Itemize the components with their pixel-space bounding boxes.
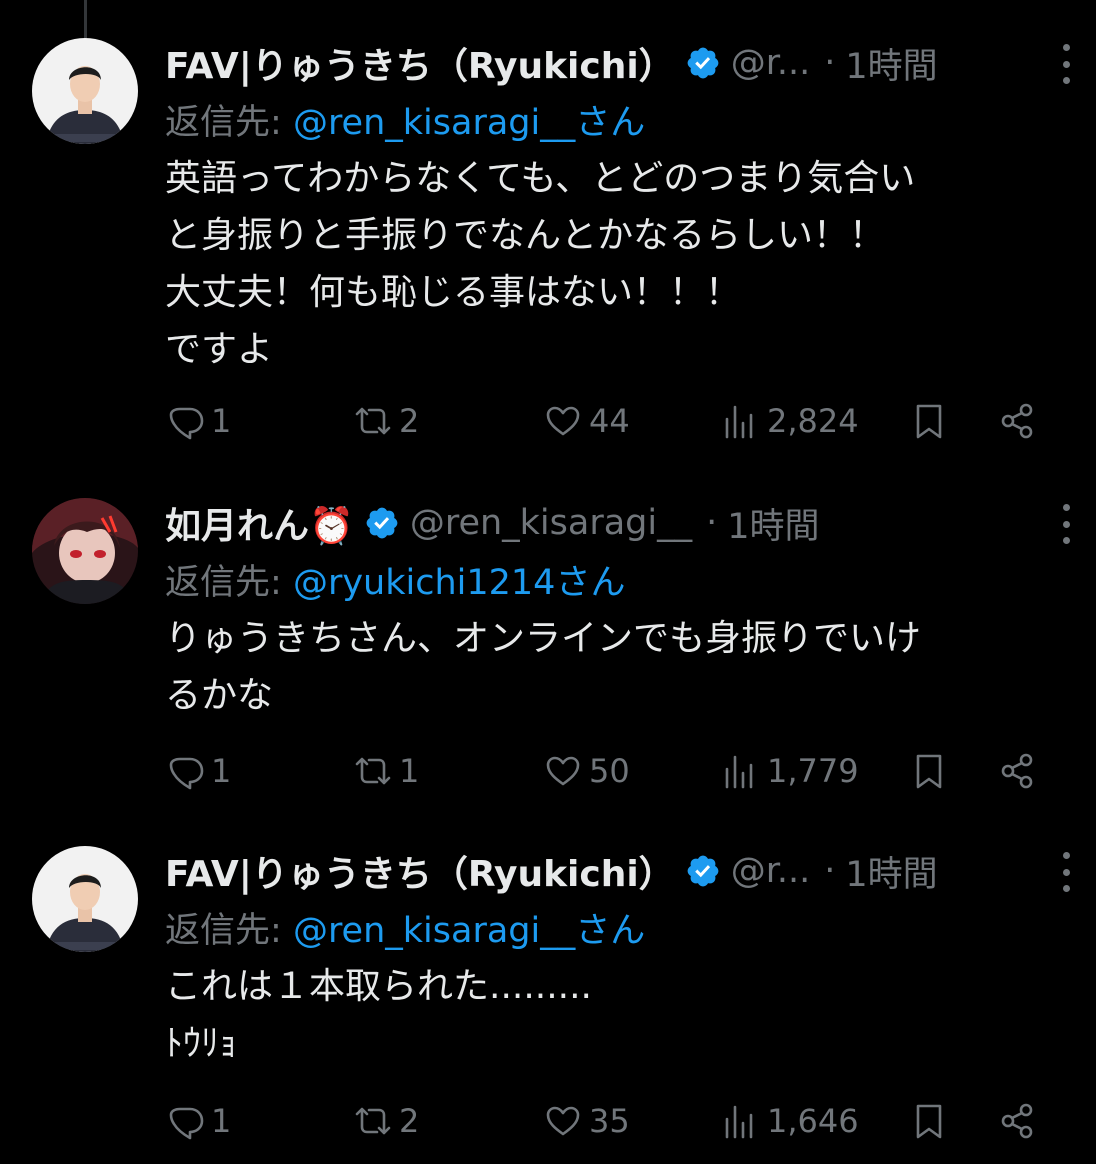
avatar-ryukichi[interactable] [32, 38, 138, 144]
reply-count: 1 [211, 752, 232, 790]
share-button[interactable] [997, 396, 1037, 446]
heart-icon [546, 1106, 580, 1136]
tweet-header: FAV|りゅうきち（Ryukichi） @r... · 1時間 [165, 38, 938, 88]
like-count: 35 [589, 1102, 630, 1140]
timestamp[interactable]: 1時間 [845, 38, 937, 89]
tweet-actions: 1 1 50 1,779 [165, 746, 1045, 796]
tweet-3[interactable]: FAV|りゅうきち（Ryukichi） @r... · 1時間 返信先: @re… [0, 846, 1096, 1146]
view-count: 1,646 [767, 1102, 859, 1140]
retweet-button[interactable]: 2 [353, 396, 419, 446]
share-button[interactable] [997, 1096, 1037, 1146]
time-separator: · [824, 851, 836, 891]
view-count: 2,824 [767, 402, 859, 440]
reply-icon [169, 407, 204, 440]
display-name[interactable]: 如月れん⏰ [165, 497, 354, 549]
like-button[interactable]: 35 [543, 1096, 630, 1146]
thread-connector-line [84, 0, 87, 40]
retweet-icon [355, 757, 391, 785]
display-name[interactable]: FAV|りゅうきち（Ryukichi） [165, 37, 675, 89]
reply-to-line: 返信先: @ren_kisaragi__さん [165, 94, 645, 145]
tweet-text: りゅうきちさん、オンラインでも身振りでいけ るかな [165, 618, 922, 716]
user-handle[interactable]: @ren_kisaragi__ [410, 503, 692, 543]
timestamp[interactable]: 1時間 [845, 846, 937, 897]
retweet-button[interactable]: 1 [353, 746, 419, 796]
reply-count: 1 [211, 1102, 232, 1140]
reply-mention-link[interactable]: @ren_kisaragi__さん [293, 911, 645, 951]
bookmark-icon [916, 1104, 942, 1139]
tweet-header: 如月れん⏰ @ren_kisaragi__ · 1時間 [165, 498, 820, 548]
share-icon [1001, 1103, 1033, 1139]
user-handle[interactable]: @r... [731, 851, 811, 891]
verified-badge-icon [366, 507, 398, 539]
bookmark-button[interactable] [909, 746, 949, 796]
share-icon [1001, 753, 1033, 789]
reply-to-line: 返信先: @ren_kisaragi__さん [165, 902, 645, 953]
retweet-count: 2 [399, 1102, 420, 1140]
bookmark-button[interactable] [909, 396, 949, 446]
user-handle[interactable]: @r... [731, 43, 811, 83]
tweet-text: 英語ってわからなくても、とどのつまり気合い と身振りと手振りでなんとかなるらしい… [165, 158, 916, 370]
reply-mention-link[interactable]: @ren_kisaragi__さん [293, 103, 645, 143]
reply-to-label: 返信先: [165, 103, 282, 143]
views-button[interactable]: 1,646 [721, 1096, 859, 1146]
timestamp[interactable]: 1時間 [727, 498, 819, 549]
views-chart-icon [725, 405, 753, 439]
more-dots-icon[interactable] [1054, 852, 1078, 892]
tweet-2[interactable]: 如月れん⏰ @ren_kisaragi__ · 1時間 返信先: @ryukic… [0, 498, 1096, 798]
view-count: 1,779 [767, 752, 859, 790]
like-button[interactable]: 50 [543, 746, 630, 796]
like-count: 50 [589, 752, 630, 790]
share-icon [1001, 403, 1033, 439]
retweet-icon [355, 1107, 391, 1135]
tweet-actions: 1 2 44 2,824 [165, 396, 1045, 446]
bookmark-icon [916, 404, 942, 439]
tweet-text: これは１本取られた......... ﾄｳﾘｮ [165, 966, 592, 1064]
tweet-content: FAV|りゅうきち（Ryukichi） @r... · 1時間 返信先: @re… [165, 846, 1070, 1146]
tweet-1[interactable]: FAV|りゅうきち（Ryukichi） @r... · 1時間 返信先: @re… [0, 38, 1096, 458]
retweet-button[interactable]: 2 [353, 1096, 419, 1146]
time-separator: · [706, 503, 718, 543]
heart-icon [546, 756, 580, 786]
like-button[interactable]: 44 [543, 396, 630, 446]
tweet-content: FAV|りゅうきち（Ryukichi） @r... · 1時間 返信先: @re… [165, 38, 1070, 458]
views-button[interactable]: 2,824 [721, 396, 859, 446]
views-chart-icon [725, 1105, 753, 1139]
verified-badge-icon [687, 47, 719, 79]
reply-to-label: 返信先: [165, 911, 282, 951]
bookmark-button[interactable] [909, 1096, 949, 1146]
share-button[interactable] [997, 746, 1037, 796]
reply-to-line: 返信先: @ryukichi1214さん [165, 554, 625, 605]
reply-icon [169, 757, 204, 790]
more-dots-icon[interactable] [1054, 44, 1078, 84]
retweet-count: 1 [399, 752, 420, 790]
like-count: 44 [589, 402, 630, 440]
avatar-kisaragi[interactable] [32, 498, 138, 604]
more-dots-icon[interactable] [1054, 504, 1078, 544]
views-chart-icon [725, 755, 753, 789]
bookmark-icon [916, 754, 942, 789]
reply-button[interactable]: 1 [165, 746, 231, 796]
reply-button[interactable]: 1 [165, 396, 231, 446]
tweet-actions: 1 2 35 1,646 [165, 1096, 1045, 1146]
verified-badge-icon [687, 855, 719, 887]
reply-mention-link[interactable]: @ryukichi1214さん [293, 563, 626, 603]
tweet-header: FAV|りゅうきち（Ryukichi） @r... · 1時間 [165, 846, 938, 896]
retweet-icon [355, 407, 391, 435]
heart-icon [546, 406, 580, 436]
tweet-content: 如月れん⏰ @ren_kisaragi__ · 1時間 返信先: @ryukic… [165, 498, 1070, 798]
reply-button[interactable]: 1 [165, 1096, 231, 1146]
time-separator: · [824, 43, 836, 83]
views-button[interactable]: 1,779 [721, 746, 859, 796]
reply-icon [169, 1107, 204, 1140]
reply-count: 1 [211, 402, 232, 440]
retweet-count: 2 [399, 402, 420, 440]
avatar-ryukichi[interactable] [32, 846, 138, 952]
display-name[interactable]: FAV|りゅうきち（Ryukichi） [165, 845, 675, 897]
reply-to-label: 返信先: [165, 563, 282, 603]
